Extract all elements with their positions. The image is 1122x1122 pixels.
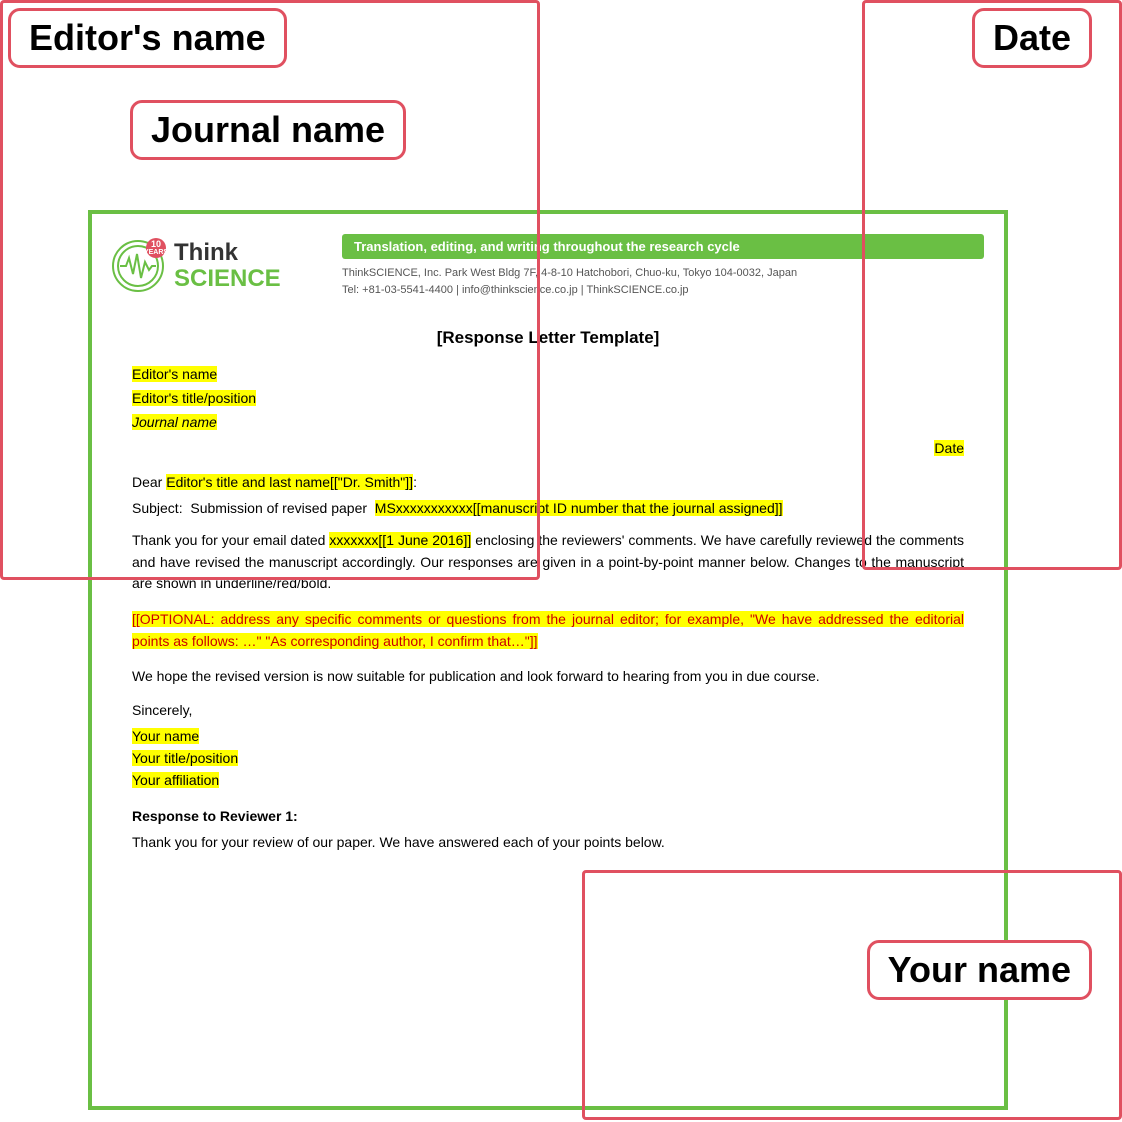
subject-line: Subject: Submission of revised paper MSx… xyxy=(132,500,964,516)
document-title: [Response Letter Template] xyxy=(132,328,964,348)
header-tagline: Translation, editing, and writing throug… xyxy=(342,234,984,259)
logo-area: 10 YEARS Think SCIENCE xyxy=(112,240,332,293)
optional-paragraph: [[OPTIONAL: address any specific comment… xyxy=(132,609,964,652)
body-paragraph-2: We hope the revised version is now suita… xyxy=(132,666,964,688)
sig-your-title: Your title/position xyxy=(132,750,964,766)
body-paragraph-1: Thank you for your email dated xxxxxxx[[… xyxy=(132,530,964,595)
logo-text: Think SCIENCE xyxy=(174,240,281,293)
sig-your-affiliation: Your affiliation xyxy=(132,772,964,788)
dear-line: Dear Editor's title and last name[["Dr. … xyxy=(132,474,964,490)
field-journal-name: Journal name xyxy=(132,414,964,430)
document-header: 10 YEARS Think SCIENCE Translation, edit… xyxy=(92,214,1004,308)
sig-your-name: Your name xyxy=(132,728,964,744)
date-annotation: Date xyxy=(972,8,1092,68)
sincerely-line: Sincerely, xyxy=(132,702,964,718)
field-date: Date xyxy=(132,440,964,456)
header-right: Translation, editing, and writing throug… xyxy=(332,234,984,298)
reviewer-paragraph: Thank you for your review of our paper. … xyxy=(132,832,964,854)
journal-name-annotation: Journal name xyxy=(130,100,406,160)
field-editors-name: Editor's name xyxy=(132,366,964,382)
document-body: [Response Letter Template] Editor's name… xyxy=(92,308,1004,874)
logo-circle: 10 YEARS xyxy=(112,240,164,292)
editors-name-annotation: Editor's name xyxy=(8,8,287,68)
logo-badge: 10 YEARS xyxy=(146,238,166,258)
reviewer-title: Response to Reviewer 1: xyxy=(132,808,964,824)
field-editors-title: Editor's title/position xyxy=(132,390,964,406)
header-contact: ThinkSCIENCE, Inc. Park West Bldg 7F, 4-… xyxy=(342,265,984,298)
your-name-annotation: Your name xyxy=(867,940,1092,1000)
